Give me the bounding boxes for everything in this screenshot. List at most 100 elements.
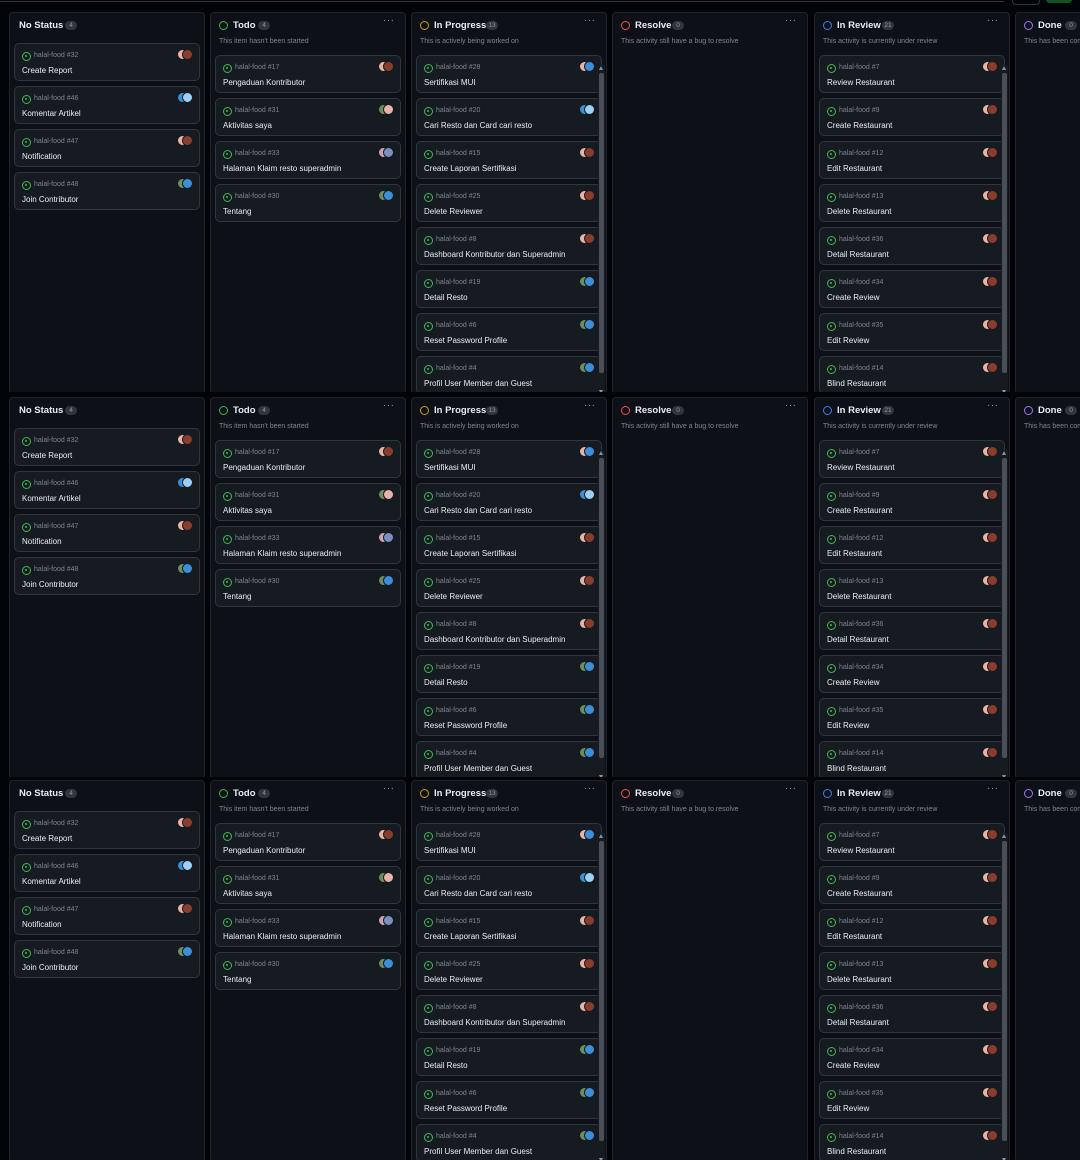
issue-card[interactable]: halal-food #25 Delete Reviewer [416, 569, 602, 607]
issue-card[interactable]: halal-food #31 Aktivitas saya [215, 866, 401, 904]
assignee-avatar[interactable] [177, 563, 193, 574]
issue-title[interactable]: Komentar Artikel [22, 877, 81, 886]
assignee-avatar[interactable] [579, 661, 595, 672]
issue-reference[interactable]: halal-food #31 [235, 107, 279, 114]
issue-card[interactable]: halal-food #6 Reset Password Profile [416, 1081, 602, 1119]
issue-card[interactable]: halal-food #19 Detail Resto [416, 655, 602, 693]
assignee-avatar[interactable] [982, 446, 998, 457]
issue-reference[interactable]: halal-food #33 [235, 918, 279, 925]
assignee-avatar[interactable] [177, 817, 193, 828]
issue-card[interactable]: halal-food #12 Edit Restaurant [819, 909, 1005, 947]
issue-card[interactable]: halal-food #14 Blind Restaurant [819, 741, 1005, 777]
issue-card[interactable]: halal-food #47 Notification [14, 514, 200, 552]
issue-card[interactable]: halal-food #34 Create Review [819, 655, 1005, 693]
issue-reference[interactable]: halal-food #8 [436, 621, 476, 628]
column-menu-button[interactable]: ··· [584, 400, 596, 411]
issue-title[interactable]: Delete Restaurant [827, 975, 891, 984]
issue-title[interactable]: Delete Restaurant [827, 592, 891, 601]
issue-title[interactable]: Cari Resto dan Card cari resto [424, 889, 532, 898]
issue-title[interactable]: Detail Resto [424, 293, 468, 302]
issue-title[interactable]: Dashboard Kontributor dan Superadmin [424, 1018, 565, 1027]
assignee-avatar[interactable] [579, 104, 595, 115]
assignee-avatar[interactable] [378, 190, 394, 201]
assignee-avatar[interactable] [982, 276, 998, 287]
issue-card[interactable]: halal-food #31 Aktivitas saya [215, 483, 401, 521]
issue-card[interactable]: halal-food #31 Aktivitas saya [215, 98, 401, 136]
issue-card[interactable]: halal-food #32 Create Report [14, 811, 200, 849]
assignee-avatar[interactable] [579, 618, 595, 629]
issue-reference[interactable]: halal-food #19 [436, 1047, 480, 1054]
assignee-avatar[interactable] [579, 747, 595, 758]
issue-reference[interactable]: halal-food #28 [436, 832, 480, 839]
issue-reference[interactable]: halal-food #20 [436, 875, 480, 882]
assignee-avatar[interactable] [177, 178, 193, 189]
issue-card[interactable]: halal-food #35 Edit Review [819, 313, 1005, 351]
issue-card[interactable]: halal-food #13 Delete Restaurant [819, 952, 1005, 990]
issue-title[interactable]: Komentar Artikel [22, 494, 81, 503]
issue-card[interactable]: halal-food #13 Delete Restaurant [819, 569, 1005, 607]
issue-card[interactable]: halal-food #35 Edit Review [819, 1081, 1005, 1119]
issue-reference[interactable]: halal-food #17 [235, 832, 279, 839]
scroll-up-arrow-icon[interactable] [599, 834, 603, 838]
issue-card[interactable]: halal-food #20 Cari Resto dan Card cari r… [416, 98, 602, 136]
issue-title[interactable]: Detail Restaurant [827, 635, 889, 644]
issue-reference[interactable]: halal-food #33 [235, 535, 279, 542]
assignee-avatar[interactable] [177, 92, 193, 103]
assignee-avatar[interactable] [378, 532, 394, 543]
issue-reference[interactable]: halal-food #25 [436, 578, 480, 585]
issue-title[interactable]: Delete Reviewer [424, 592, 483, 601]
issue-reference[interactable]: halal-food #35 [839, 1090, 883, 1097]
assignee-avatar[interactable] [982, 1001, 998, 1012]
scrollbar-thumb[interactable] [1002, 458, 1007, 758]
assignee-avatar[interactable] [177, 135, 193, 146]
issue-title[interactable]: Halaman Klaim resto superadmin [223, 164, 341, 173]
issue-title[interactable]: Notification [22, 152, 62, 161]
issue-reference[interactable]: halal-food #34 [839, 664, 883, 671]
issue-reference[interactable]: halal-food #36 [839, 621, 883, 628]
assignee-avatar[interactable] [982, 575, 998, 586]
assignee-avatar[interactable] [982, 829, 998, 840]
issue-card[interactable]: halal-food #6 Reset Password Profile [416, 313, 602, 351]
issue-card[interactable]: halal-food #28 Sertifikasi MUI [416, 55, 602, 93]
scroll-up-arrow-icon[interactable] [1002, 834, 1006, 838]
scrollbar-thumb[interactable] [599, 458, 604, 758]
assignee-avatar[interactable] [982, 104, 998, 115]
issue-card[interactable]: halal-food #48 Join Contributor [14, 172, 200, 210]
scrollbar-thumb[interactable] [599, 73, 604, 373]
issue-card[interactable]: halal-food #32 Create Report [14, 43, 200, 81]
issue-reference[interactable]: halal-food #48 [34, 566, 78, 573]
assignee-avatar[interactable] [378, 446, 394, 457]
column-menu-button[interactable]: ··· [383, 15, 395, 26]
issue-title[interactable]: Sertifikasi MUI [424, 846, 476, 855]
issue-title[interactable]: Review Restaurant [827, 463, 895, 472]
issue-reference[interactable]: halal-food #7 [839, 832, 879, 839]
assignee-avatar[interactable] [579, 276, 595, 287]
assignee-avatar[interactable] [579, 829, 595, 840]
issue-title[interactable]: Aktivitas saya [223, 121, 272, 130]
column-scrollbar[interactable] [598, 65, 605, 392]
issue-reference[interactable]: halal-food #47 [34, 906, 78, 913]
issue-reference[interactable]: halal-food #6 [436, 1090, 476, 1097]
assignee-avatar[interactable] [579, 1130, 595, 1141]
assignee-avatar[interactable] [982, 233, 998, 244]
issue-title[interactable]: Pengaduan Kontributor [223, 463, 305, 472]
assignee-avatar[interactable] [579, 1044, 595, 1055]
issue-title[interactable]: Blind Restaurant [827, 379, 886, 388]
issue-card[interactable]: halal-food #46 Komentar Artikel [14, 854, 200, 892]
assignee-avatar[interactable] [579, 575, 595, 586]
issue-reference[interactable]: halal-food #33 [235, 150, 279, 157]
issue-title[interactable]: Detail Resto [424, 1061, 468, 1070]
issue-title[interactable]: Aktivitas saya [223, 889, 272, 898]
column-menu-button[interactable]: ··· [987, 15, 999, 26]
issue-title[interactable]: Join Contributor [22, 195, 78, 204]
issue-title[interactable]: Create Laporan Sertifikasi [424, 932, 517, 941]
issue-title[interactable]: Create Report [22, 834, 72, 843]
assignee-avatar[interactable] [378, 915, 394, 926]
issue-title[interactable]: Create Report [22, 66, 72, 75]
issue-card[interactable]: halal-food #28 Sertifikasi MUI [416, 823, 602, 861]
issue-card[interactable]: halal-food #8 Dashboard Kontributor dan S… [416, 227, 602, 265]
issue-reference[interactable]: halal-food #35 [839, 322, 883, 329]
column-scrollbar[interactable] [1001, 450, 1008, 777]
issue-reference[interactable]: halal-food #4 [436, 1133, 476, 1140]
issue-card[interactable]: halal-food #20 Cari Resto dan Card cari r… [416, 866, 602, 904]
